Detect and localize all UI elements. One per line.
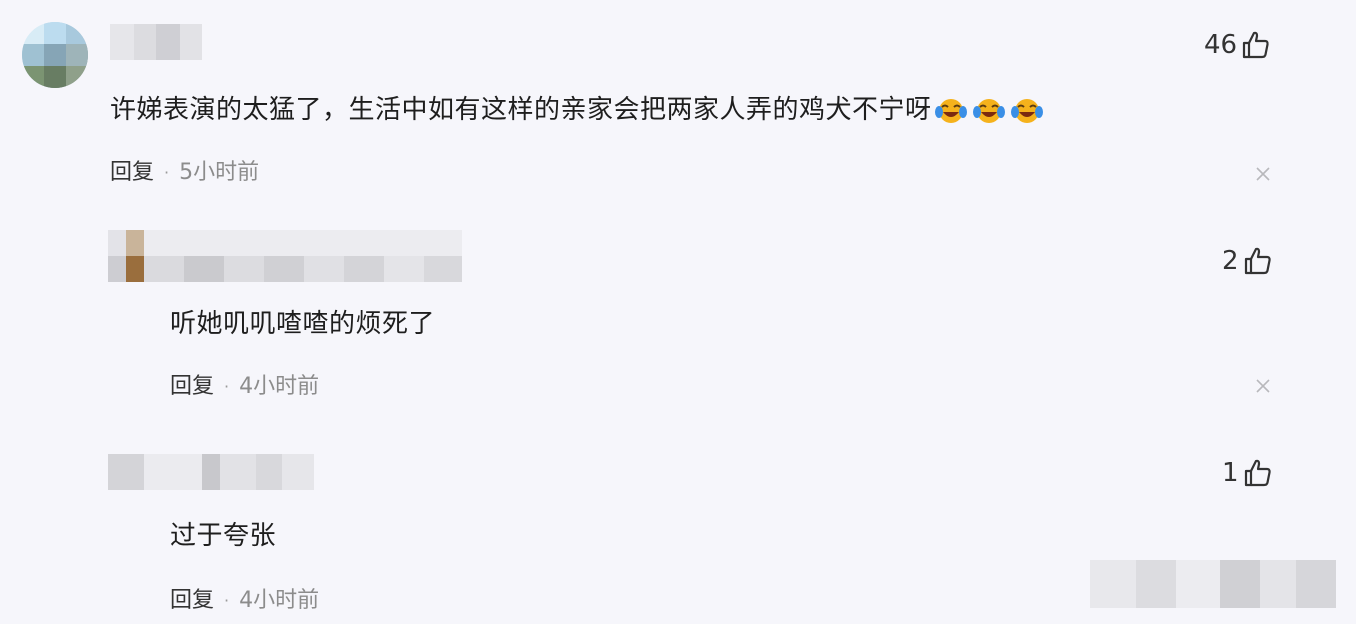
comment-content: 过于夸张 — [170, 518, 276, 554]
like-button[interactable]: 1 — [1222, 458, 1273, 488]
username-blurred[interactable] — [108, 454, 314, 490]
thumbs-up-icon — [1244, 459, 1271, 487]
like-button[interactable]: 46 — [1204, 30, 1271, 60]
username-blurred[interactable] — [110, 24, 202, 60]
reply-button[interactable]: 回复 — [170, 588, 214, 613]
emoji-group — [934, 96, 1044, 126]
comment-text: 过于夸张 — [170, 521, 277, 551]
comment-content: 许娣表演的太猛了，生活中如有这样的亲家会把两家人弄的鸡犬不宁呀 — [110, 92, 1044, 128]
timestamp: 4小时前 — [239, 374, 320, 399]
meta-separator: · — [164, 163, 170, 182]
comment-meta: 回复 · 4小时前 — [170, 586, 319, 616]
like-count: 1 — [1222, 458, 1239, 488]
watermark-blurred — [1090, 560, 1336, 608]
comment-meta: 回复 · 5小时前 — [110, 158, 259, 188]
timestamp: 5小时前 — [179, 160, 260, 185]
like-button[interactable]: 2 — [1222, 246, 1273, 276]
laughing-tears-emoji-icon — [934, 96, 968, 126]
thumbs-up-icon — [1244, 247, 1271, 275]
meta-separator: · — [224, 591, 230, 610]
username-blurred[interactable] — [108, 230, 462, 282]
laughing-tears-emoji-icon — [1010, 96, 1044, 126]
thumbs-up-icon — [1242, 31, 1269, 59]
comment-text: 听她叽叽喳喳的烦死了 — [170, 309, 436, 339]
comment-text: 许娣表演的太猛了，生活中如有这样的亲家会把两家人弄的鸡犬不宁呀 — [110, 95, 932, 125]
avatar[interactable] — [22, 22, 88, 88]
comment-meta: 回复 · 4小时前 — [170, 372, 319, 402]
close-icon[interactable] — [1254, 377, 1272, 395]
comment-content: 听她叽叽喳喳的烦死了 — [170, 306, 435, 342]
meta-separator: · — [224, 377, 230, 396]
reply-button[interactable]: 回复 — [170, 374, 214, 399]
reply-button[interactable]: 回复 — [110, 160, 154, 185]
close-icon[interactable] — [1254, 165, 1272, 183]
timestamp: 4小时前 — [239, 588, 320, 613]
laughing-tears-emoji-icon — [972, 96, 1006, 126]
like-count: 2 — [1222, 246, 1239, 276]
like-count: 46 — [1204, 30, 1238, 60]
comment-list: 许娣表演的太猛了，生活中如有这样的亲家会把两家人弄的鸡犬不宁呀 回复 · 5小时… — [0, 0, 1356, 624]
